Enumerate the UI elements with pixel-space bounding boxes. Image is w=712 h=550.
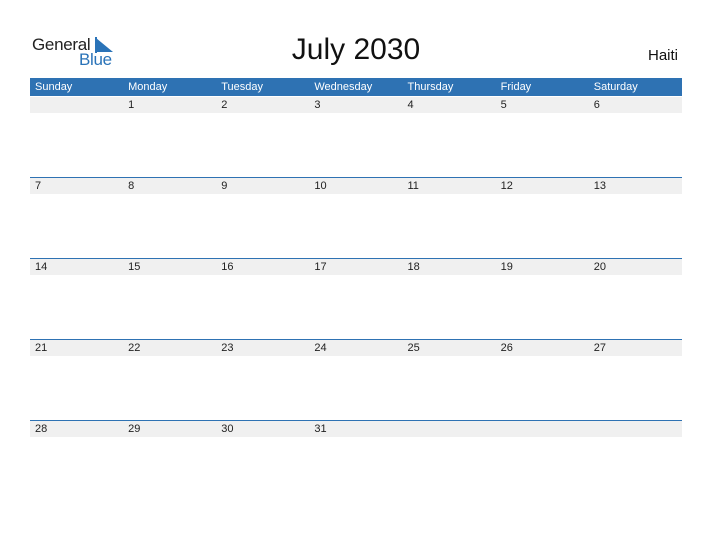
- day-cell: 15: [128, 261, 141, 273]
- day-cell: 31: [314, 423, 327, 435]
- day-cell: 10: [314, 180, 327, 192]
- weekday-monday: Monday: [128, 81, 168, 93]
- day-cell: 18: [407, 261, 420, 273]
- weekday-wednesday: Wednesday: [314, 81, 373, 93]
- day-cell: 14: [35, 261, 48, 273]
- day-cell: 29: [128, 423, 141, 435]
- day-cell: [30, 97, 123, 113]
- weekday-friday: Friday: [500, 81, 532, 93]
- day-cell: 13: [593, 180, 606, 192]
- day-cell: 12: [500, 180, 513, 192]
- weekday-sunday: Sunday: [35, 81, 73, 93]
- week-row-5: 28 29 30 31: [30, 420, 682, 437]
- day-cell: 23: [221, 342, 234, 354]
- day-cell: 28: [35, 423, 48, 435]
- day-cell: [496, 421, 589, 437]
- day-cell: 21: [35, 342, 48, 354]
- week-row-3: 14 15 16 17 18 19 20: [30, 258, 682, 275]
- day-cell: 26: [500, 342, 513, 354]
- day-cell: 27: [593, 342, 606, 354]
- day-cell: 20: [593, 261, 606, 273]
- day-cell: 7: [35, 180, 42, 192]
- week-row-2: 7 8 9 10 11 12 13: [30, 177, 682, 194]
- day-cell: 11: [407, 180, 419, 192]
- day-cell: 17: [314, 261, 327, 273]
- weekday-thursday: Thursday: [407, 81, 454, 93]
- day-cell: [403, 421, 496, 437]
- day-cell: 6: [593, 99, 600, 111]
- day-cell: 3: [314, 99, 321, 111]
- day-cell: 30: [221, 423, 234, 435]
- day-cell: [589, 421, 682, 437]
- weekday-tuesday: Tuesday: [221, 81, 264, 93]
- day-cell: 16: [221, 261, 234, 273]
- week-row-1: 1 2 3 4 5 6: [30, 97, 682, 113]
- day-cell: 19: [500, 261, 513, 273]
- day-cell: 5: [500, 99, 507, 111]
- day-cell: 8: [128, 180, 135, 192]
- day-cell: 4: [407, 99, 414, 111]
- day-cell: 1: [128, 99, 135, 111]
- country-label: Haiti: [647, 47, 678, 64]
- calendar-title: July 2030: [291, 33, 421, 66]
- day-cell: 2: [221, 99, 228, 111]
- day-cell: 22: [128, 342, 141, 354]
- weekday-saturday: Saturday: [593, 81, 638, 93]
- day-cell: 9: [221, 180, 228, 192]
- weekday-header: Sunday Monday Tuesday Wednesday Thursday…: [30, 78, 682, 96]
- day-cell: 24: [314, 342, 327, 354]
- day-cell: 25: [407, 342, 420, 354]
- week-row-4: 21 22 23 24 25 26 27: [30, 339, 682, 356]
